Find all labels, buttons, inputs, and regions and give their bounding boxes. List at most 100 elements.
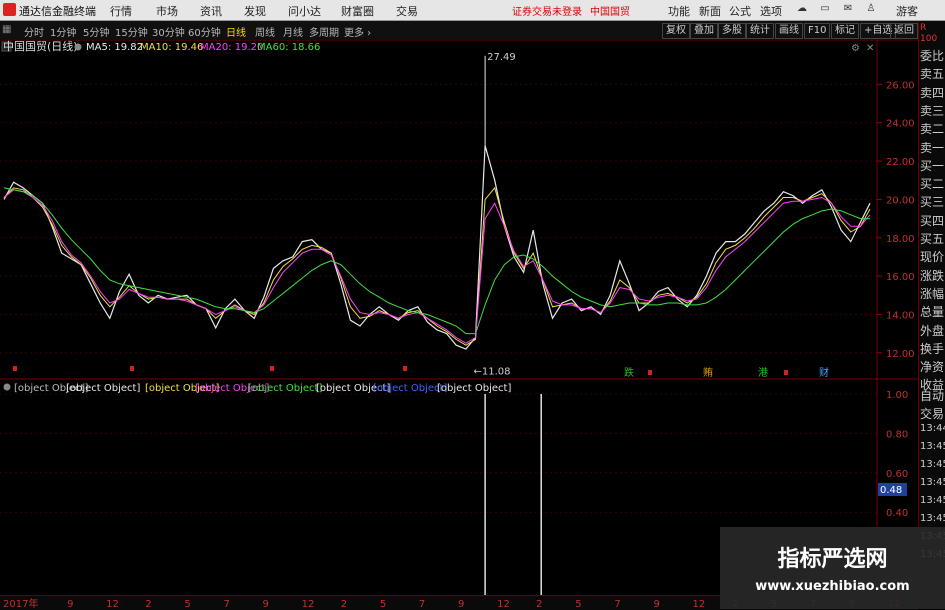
menu-jiaoyi[interactable]: 交易 [396,3,418,19]
dividend-marker[interactable] [13,366,17,371]
time-axis-label: 12 [497,599,510,610]
tab-5min[interactable]: 5分钟 [83,24,109,39]
multi-stock-button[interactable]: 多股 [718,23,746,39]
dividend-marker[interactable] [648,370,652,375]
tab-multi-period[interactable]: 多周期 [309,24,339,39]
tab-60min[interactable]: 60分钟 [188,24,221,39]
menu-wenxiaoda[interactable]: 问小达 [288,3,321,19]
tab-weekly[interactable]: 周线 [255,24,275,39]
tab-1min[interactable]: 1分钟 [50,24,76,39]
chevron-down-icon[interactable] [74,43,82,51]
side-label[interactable]: 买一 [920,157,945,174]
shirt-icon[interactable]: ♙ [864,3,878,16]
side-label[interactable]: 委比 [920,47,945,64]
chevron-down-icon[interactable] [3,383,11,391]
menu-gongneng[interactable]: 功能 [668,3,690,19]
indicator-tick-label: 0.60 [886,469,908,480]
side-label[interactable]: 卖三 [920,102,945,119]
side-label[interactable]: 外盘 [920,322,945,339]
time-axis-label: 2 [341,599,347,610]
close-icon[interactable]: ✕ [866,43,874,54]
event-tag[interactable]: 财 [819,366,829,379]
overlay-button[interactable]: 叠加 [690,23,718,39]
time-axis-label: 2017年 [3,597,38,610]
time-axis-label: 5 [575,599,581,610]
time-axis-label: 9 [653,599,659,610]
menu-hangqing[interactable]: 行情 [110,3,132,19]
side-label[interactable]: 涨幅 [920,285,945,302]
side-label[interactable]: 卖一 [920,139,945,156]
indicator-bars [484,394,542,595]
dividend-marker[interactable] [784,370,788,375]
time-axis-label: 2 [536,599,542,610]
side-label[interactable]: 现价 [920,248,945,265]
price-tick-label: 16.00 [886,272,915,283]
back-button[interactable]: 返回 [890,23,918,39]
ma60-label: MA60: 18.66 [257,42,320,53]
login-status[interactable]: 证券交易未登录 [512,3,582,18]
side-label[interactable]: 买四 [920,212,945,229]
menu-caifuquan[interactable]: 财富圈 [341,3,374,19]
cloud-icon[interactable]: ☁ [795,3,809,16]
gear-icon[interactable]: ⚙ [851,43,860,54]
side-label[interactable]: 卖二 [920,120,945,137]
side-label[interactable]: 换手 [920,340,945,357]
f10-button[interactable]: F10 [804,23,831,39]
side-label[interactable]: 净资 [920,358,945,375]
event-tag[interactable]: 港 [758,367,768,379]
fuquan-button[interactable]: 复权 [662,23,690,39]
event-tag[interactable]: 贿 [703,366,713,379]
time-axis-label: 7 [223,599,229,610]
side-label[interactable]: 卖四 [920,84,945,101]
price-tick-label: 14.00 [886,310,915,321]
menu-gongshi[interactable]: 公式 [729,3,751,19]
dividend-marker[interactable] [130,366,134,371]
side-label[interactable]: 买二 [920,175,945,192]
tab-30min[interactable]: 30分钟 [152,24,185,39]
indicator-tick-label: 0.80 [886,429,908,440]
ma20-label: MA20: 19.20 [200,42,263,53]
ma5-label: MA5: 19.82 [86,42,143,53]
side-label[interactable]: 卖五 [920,65,945,82]
dividend-markers [13,366,788,375]
price-chart[interactable]: 26.00 24.00 22.00 20.00 18.00 16.00 14.00 12.00… [0,40,918,380]
watermark-url: www.xuezhibiao.com [755,579,910,594]
grid-icon[interactable]: ▦ [2,24,11,35]
menu-xuanxiang[interactable]: 选项 [760,3,782,19]
indicator-tick-label: 0.40 [886,508,908,519]
time-axis-label: 5 [380,599,386,610]
menu-faxian[interactable]: 发现 [244,3,266,19]
stats-button[interactable]: 统计 [746,23,774,39]
tab-fenshi[interactable]: 分时 [24,24,44,39]
menu-xinmian[interactable]: 新面 [699,3,721,19]
stock-name-notice: 中国国贸 [590,7,630,18]
dividend-marker[interactable] [403,366,407,371]
dividend-marker[interactable] [270,366,274,371]
draw-line-button[interactable]: 画线 [775,23,803,39]
side-label[interactable]: 总量 [920,303,945,320]
menu-shichang[interactable]: 市场 [156,3,178,19]
time-axis-label: 7 [419,599,425,610]
tab-daily[interactable]: 日线 [226,24,246,39]
side-label[interactable]: 涨跌 [920,267,945,284]
watermark-banner: 指标严选网 www.xuezhibiao.com [720,527,945,609]
message-icon[interactable]: ✉ [841,3,855,16]
tab-15min[interactable]: 15分钟 [115,24,148,39]
side-time: 13:45 [920,441,945,452]
tab-monthly[interactable]: 月线 [283,24,303,39]
side-label[interactable]: 买三 [920,193,945,210]
stock-title: 中国国贸(日线) [3,40,78,53]
event-tag[interactable]: 跌 [624,366,634,379]
side-top-100: 100 [920,34,938,44]
side-time: 13:44 [920,423,945,434]
side-label[interactable]: 买五 [920,230,945,247]
mark-button[interactable]: 标记 [831,23,859,39]
side-time: 自动 [920,389,945,403]
tab-more[interactable]: 更多 › [344,24,371,39]
menu-zixun[interactable]: 资讯 [200,3,222,19]
indicator-legend-item: [object Object] [66,383,140,394]
time-axis-label: 12 [693,599,706,610]
menu-youke[interactable]: 游客 [896,3,918,19]
price-tick-label: 24.00 [886,119,915,130]
monitor-icon[interactable]: ▭ [818,3,832,16]
